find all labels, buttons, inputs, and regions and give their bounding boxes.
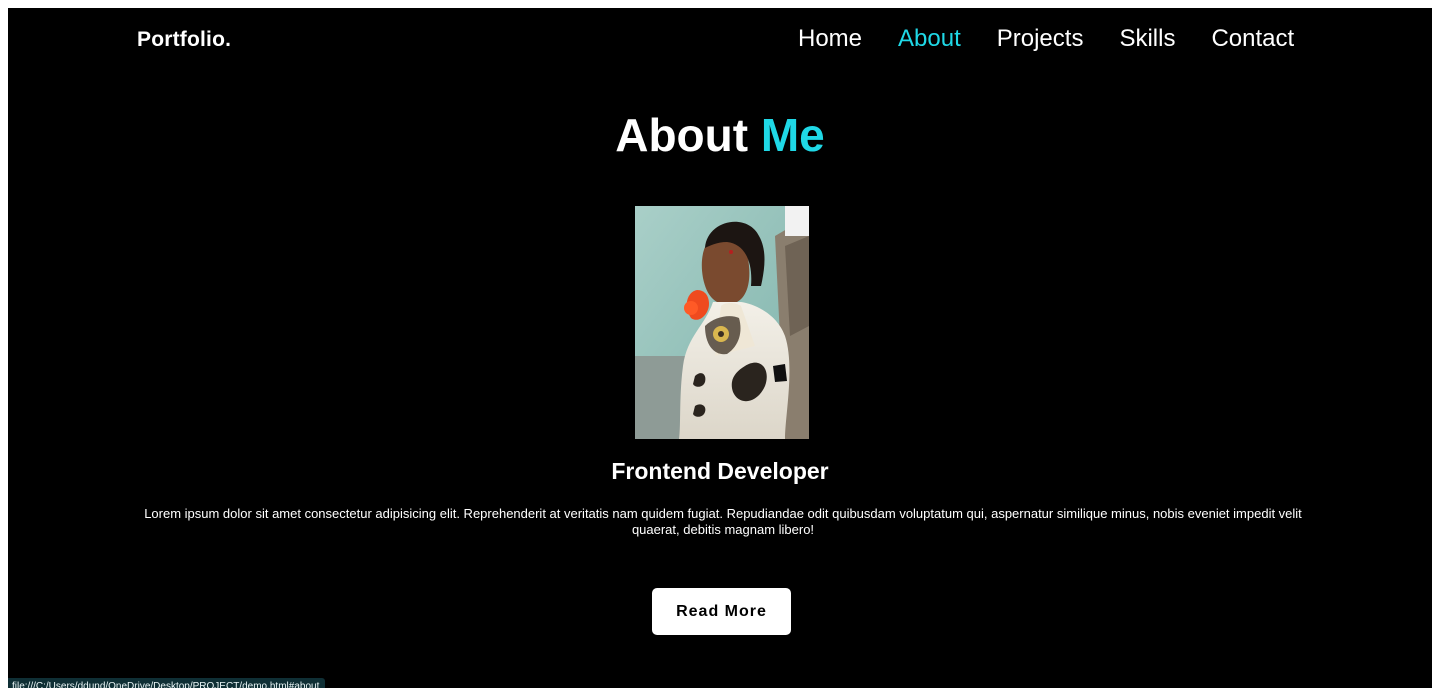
bio-text: Lorem ipsum dolor sit amet consectetur a… bbox=[144, 506, 1302, 537]
section-title-main: About bbox=[615, 109, 749, 161]
brand-logo[interactable]: Portfolio. bbox=[137, 28, 231, 52]
navbar: Portfolio. Home About Projects Skills Co… bbox=[8, 8, 1432, 74]
profile-photo-illustration bbox=[635, 206, 809, 439]
read-more-button[interactable]: Read More bbox=[652, 588, 791, 635]
section-title-accent: Me bbox=[760, 109, 825, 161]
role-title: Frontend Developer bbox=[611, 458, 829, 484]
nav-link-about[interactable]: About bbox=[898, 25, 961, 53]
nav-link-contact[interactable]: Contact bbox=[1211, 25, 1294, 53]
section-title: About Me bbox=[8, 108, 1432, 162]
profile-photo bbox=[635, 206, 809, 439]
nav-links: Home About Projects Skills Contact bbox=[798, 25, 1294, 53]
page-viewport: Portfolio. Home About Projects Skills Co… bbox=[8, 8, 1432, 688]
nav-link-skills[interactable]: Skills bbox=[1119, 25, 1175, 53]
nav-link-home[interactable]: Home bbox=[798, 25, 862, 53]
status-bar-url: file:///C:/Users/ddund/OneDrive/Desktop/… bbox=[8, 678, 326, 688]
nav-link-projects[interactable]: Projects bbox=[997, 25, 1084, 53]
